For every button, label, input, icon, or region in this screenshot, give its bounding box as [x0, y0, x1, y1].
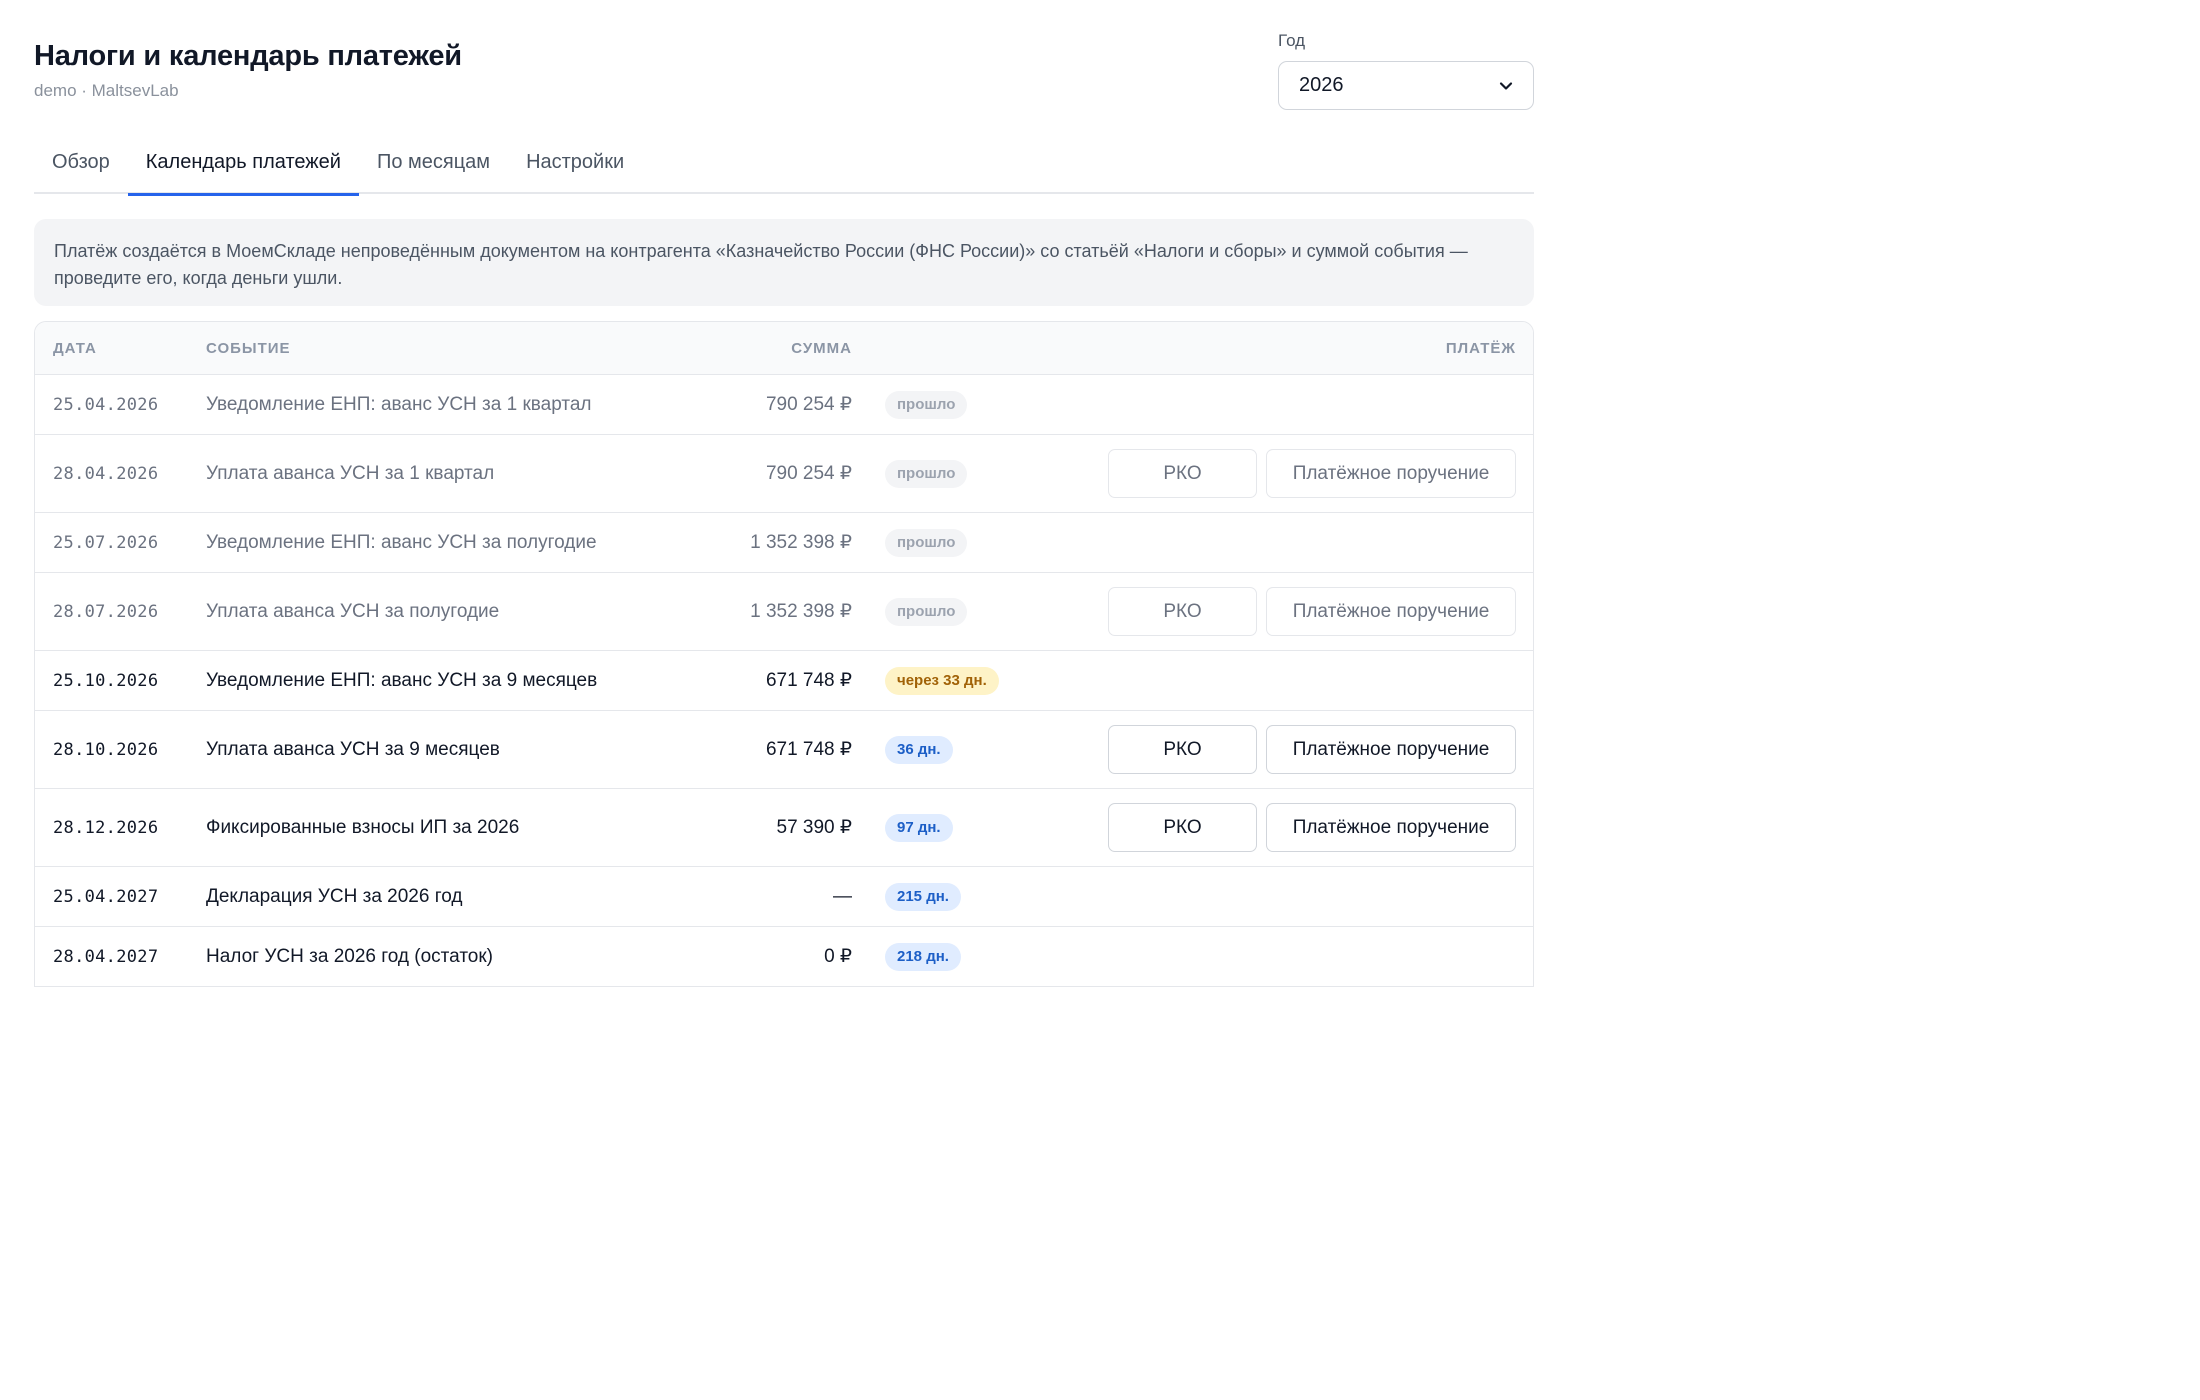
tab-overview[interactable]: Обзор — [34, 120, 128, 194]
column-header-date: Дата — [53, 339, 97, 357]
row-date: 28.07.2026 — [53, 601, 159, 622]
row-event: Декларация УСН за 2026 год — [206, 885, 463, 907]
row-sum: 1 352 398 ₽ — [750, 532, 852, 553]
row-date: 28.12.2026 — [53, 817, 159, 838]
row-sum: 671 748 ₽ — [765, 739, 852, 760]
row-status-cell: 218 дн. — [852, 942, 1022, 971]
year-select-value: 2026 — [1299, 74, 1344, 96]
year-select[interactable]: 2026 — [1278, 61, 1534, 110]
row-date: 28.04.2026 — [53, 463, 159, 484]
row-payment-cell: РКО Платёжное поручение — [1022, 587, 1533, 636]
payment-order-button[interactable]: Платёжное поручение — [1266, 803, 1516, 852]
row-status-cell: 215 дн. — [852, 882, 1022, 911]
row-payment-cell: РКО Платёжное поручение — [1022, 803, 1533, 852]
status-badge: 215 дн. — [885, 882, 961, 911]
column-header-event: Событие — [206, 339, 291, 357]
table-row: 25.04.2026 Уведомление ЕНП: аванс УСН за … — [35, 375, 1533, 435]
page-header: Налоги и календарь платежей demo · Malts… — [34, 0, 1534, 120]
row-date: 25.04.2027 — [53, 886, 159, 907]
row-event: Уплата аванса УСН за полугодие — [206, 600, 500, 622]
row-event: Уведомление ЕНП: аванс УСН за 9 месяцев — [206, 669, 598, 691]
tabs: Обзор Календарь платежей По месяцам Наст… — [34, 120, 1534, 196]
page-title: Налоги и календарь платежей — [34, 40, 462, 72]
status-badge: 97 дн. — [885, 813, 953, 842]
row-status-cell: 97 дн. — [852, 813, 1022, 842]
tab-by-month[interactable]: По месяцам — [359, 120, 508, 194]
row-status-cell: через 33 дн. — [852, 666, 1022, 695]
status-badge: прошло — [885, 597, 968, 626]
table-row: 28.04.2026 Уплата аванса УСН за 1 квартал… — [35, 435, 1533, 513]
row-sum: 790 254 ₽ — [765, 463, 852, 484]
rko-button[interactable]: РКО — [1108, 803, 1257, 852]
row-payment-cell: РКО Платёжное поручение — [1022, 725, 1533, 774]
row-sum: 671 748 ₽ — [765, 670, 852, 691]
status-badge: прошло — [885, 528, 968, 557]
table-body: 25.04.2026 Уведомление ЕНП: аванс УСН за … — [35, 375, 1533, 987]
row-event: Уведомление ЕНП: аванс УСН за 1 квартал — [206, 393, 592, 415]
table-row: 25.10.2026 Уведомление ЕНП: аванс УСН за … — [35, 651, 1533, 711]
rko-button[interactable]: РКО — [1108, 449, 1257, 498]
row-date: 25.04.2026 — [53, 394, 159, 415]
row-sum: 57 390 ₽ — [776, 817, 852, 838]
status-badge: через 33 дн. — [885, 666, 999, 695]
payment-order-button[interactable]: Платёжное поручение — [1266, 449, 1516, 498]
row-date: 28.04.2027 — [53, 946, 159, 967]
table-header: Дата Событие Сумма Платёж — [35, 322, 1533, 375]
status-badge: 218 дн. — [885, 942, 961, 971]
tax-calendar-page: Налоги и календарь платежей demo · Malts… — [0, 0, 1568, 998]
payments-table: Дата Событие Сумма Платёж 25.04.2026 Увед… — [34, 321, 1534, 987]
status-badge: 36 дн. — [885, 735, 953, 764]
row-event: Уплата аванса УСН за 1 квартал — [206, 462, 495, 484]
table-row: 25.07.2026 Уведомление ЕНП: аванс УСН за … — [35, 513, 1533, 573]
page-subtitle: demo · MaltsevLab — [34, 81, 179, 100]
tab-settings[interactable]: Настройки — [508, 120, 642, 194]
table-row: 28.04.2027 Налог УСН за 2026 год (остаток… — [35, 927, 1533, 987]
row-status-cell: прошло — [852, 459, 1022, 488]
year-filter: Год 2026 — [1278, 30, 1534, 110]
rko-button[interactable]: РКО — [1108, 587, 1257, 636]
table-row: 28.10.2026 Уплата аванса УСН за 9 месяцев… — [35, 711, 1533, 789]
row-sum: 1 352 398 ₽ — [750, 601, 852, 622]
info-notice: Платёж создаётся в МоемСкладе непроведён… — [34, 219, 1534, 306]
row-event: Уплата аванса УСН за 9 месяцев — [206, 738, 500, 760]
chevron-down-icon — [1499, 79, 1513, 93]
tab-payment-calendar[interactable]: Календарь платежей — [127, 120, 360, 196]
status-badge: прошло — [885, 459, 968, 488]
row-event: Налог УСН за 2026 год (остаток) — [206, 945, 494, 967]
payment-order-button[interactable]: Платёжное поручение — [1266, 587, 1516, 636]
row-status-cell: прошло — [852, 528, 1022, 557]
row-event: Фиксированные взносы ИП за 2026 — [206, 816, 520, 838]
table-row: 28.07.2026 Уплата аванса УСН за полугодие… — [35, 573, 1533, 651]
row-payment-cell: РКО Платёжное поручение — [1022, 449, 1533, 498]
rko-button[interactable]: РКО — [1108, 725, 1257, 774]
row-sum: 0 ₽ — [824, 946, 852, 967]
row-status-cell: прошло — [852, 390, 1022, 419]
row-date: 28.10.2026 — [53, 739, 159, 760]
year-label: Год — [1278, 31, 1306, 50]
row-status-cell: прошло — [852, 597, 1022, 626]
table-row: 28.12.2026 Фиксированные взносы ИП за 202… — [35, 789, 1533, 867]
column-header-sum: Сумма — [791, 339, 852, 357]
payment-order-button[interactable]: Платёжное поручение — [1266, 725, 1516, 774]
column-header-payment: Платёж — [1445, 339, 1516, 357]
row-sum: 790 254 ₽ — [765, 394, 852, 415]
table-row: 25.04.2027 Декларация УСН за 2026 год — 215… — [35, 867, 1533, 927]
row-date: 25.07.2026 — [53, 532, 159, 553]
row-status-cell: 36 дн. — [852, 735, 1022, 764]
row-event: Уведомление ЕНП: аванс УСН за полугодие — [206, 531, 597, 553]
status-badge: прошло — [885, 390, 968, 419]
row-date: 25.10.2026 — [53, 670, 159, 691]
row-sum: — — [833, 885, 852, 907]
